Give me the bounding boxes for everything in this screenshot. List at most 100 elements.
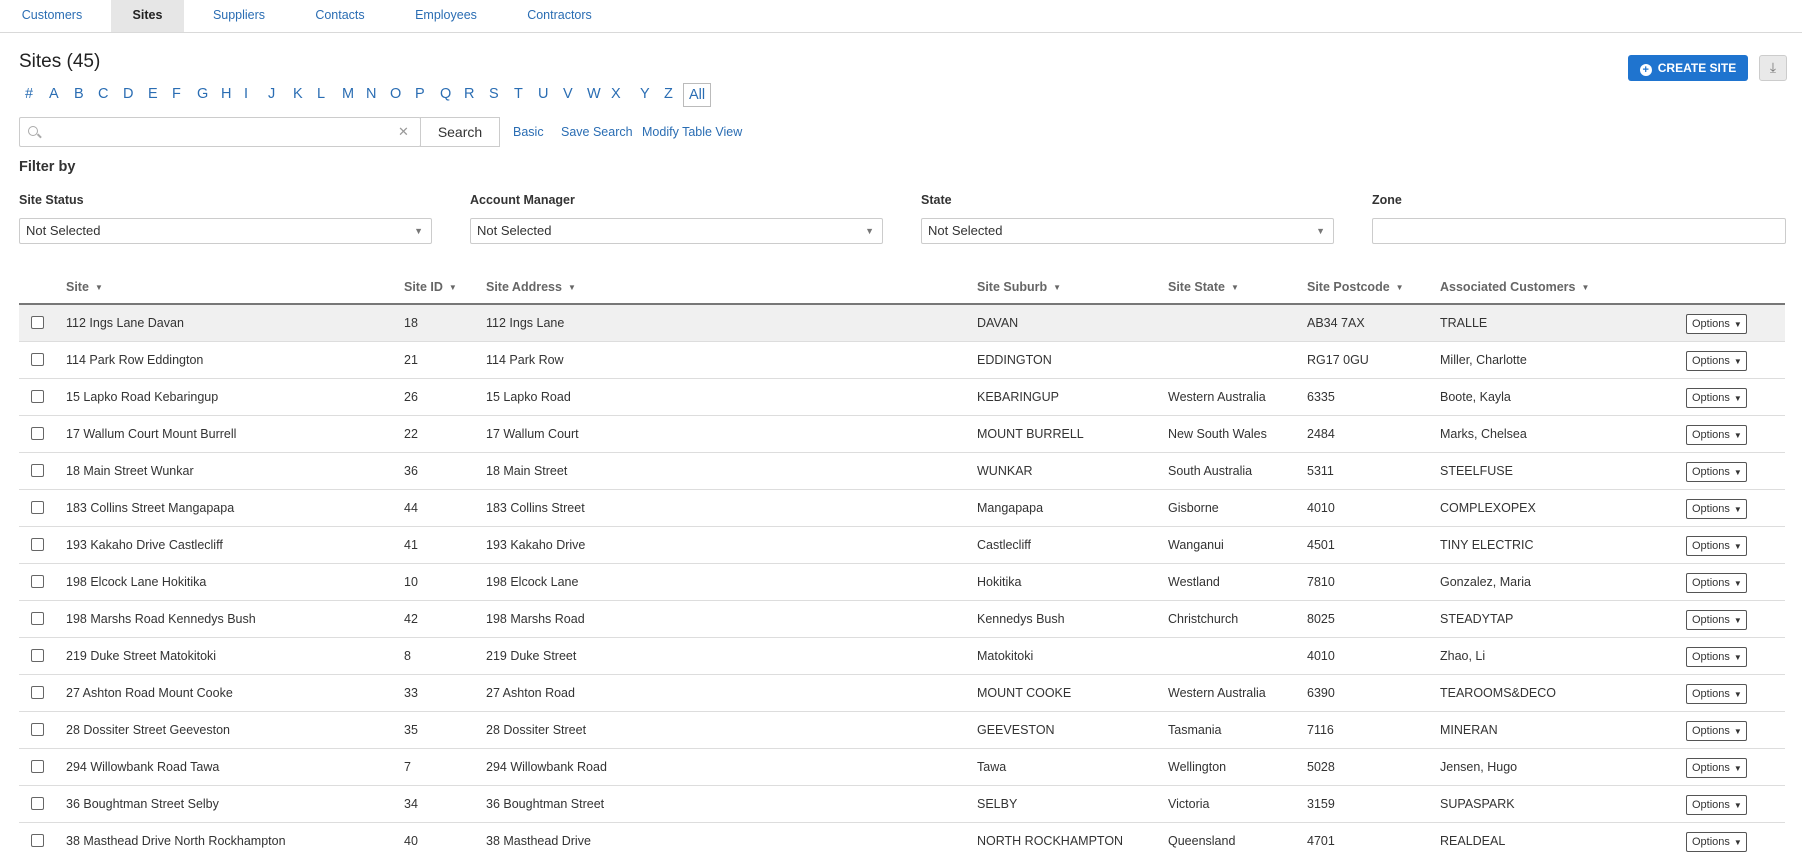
row-options-button[interactable]: Options ▼ — [1686, 536, 1747, 556]
alphabet-letter-c[interactable]: C — [98, 83, 108, 105]
row-checkbox[interactable] — [31, 760, 44, 773]
row-checkbox[interactable] — [31, 834, 44, 847]
site-status-select[interactable]: Not Selected ▼ — [19, 218, 432, 244]
row-checkbox[interactable] — [31, 353, 44, 366]
search-input[interactable]: ✕ — [19, 117, 421, 147]
tab-suppliers[interactable]: Suppliers — [201, 0, 277, 32]
table-row[interactable]: 183 Collins Street Mangapapa 44 183 Collin… — [19, 490, 1785, 527]
alphabet-letter-f[interactable]: F — [172, 83, 181, 105]
table-row[interactable]: 294 Willowbank Road Tawa 7 294 Willowbank … — [19, 749, 1785, 786]
account-manager-select[interactable]: Not Selected ▼ — [470, 218, 883, 244]
column-header-associated-customers[interactable]: Associated Customers ▼ — [1440, 280, 1589, 294]
alphabet-letter-e[interactable]: E — [148, 83, 158, 105]
column-header-site-state[interactable]: Site State ▼ — [1168, 280, 1239, 294]
table-row[interactable]: 193 Kakaho Drive Castlecliff 41 193 Kakaho… — [19, 527, 1785, 564]
row-options-button[interactable]: Options ▼ — [1686, 832, 1747, 852]
alphabet-letter-b[interactable]: B — [74, 83, 84, 105]
table-row[interactable]: 27 Ashton Road Mount Cooke 33 27 Ashton Ro… — [19, 675, 1785, 712]
column-header-site[interactable]: Site ▼ — [66, 280, 103, 294]
row-checkbox[interactable] — [31, 464, 44, 477]
alphabet-letter-a[interactable]: A — [49, 83, 59, 105]
clear-icon[interactable]: ✕ — [398, 124, 409, 140]
table-row[interactable]: 28 Dossiter Street Geeveston 35 28 Dossite… — [19, 712, 1785, 749]
create-site-button[interactable]: + CREATE SITE — [1628, 55, 1748, 81]
row-checkbox[interactable] — [31, 390, 44, 403]
row-options-button[interactable]: Options ▼ — [1686, 795, 1747, 815]
row-checkbox[interactable] — [31, 649, 44, 662]
alphabet-letter-y[interactable]: Y — [640, 83, 650, 105]
account-manager-value: Not Selected — [477, 223, 552, 238]
row-options-button[interactable]: Options ▼ — [1686, 388, 1747, 408]
row-options-button[interactable]: Options ▼ — [1686, 351, 1747, 371]
row-options-button[interactable]: Options ▼ — [1686, 610, 1747, 630]
alphabet-letter-hash[interactable]: # — [25, 83, 33, 105]
table-row[interactable]: 36 Boughtman Street Selby 34 36 Boughtman … — [19, 786, 1785, 823]
alphabet-letter-h[interactable]: H — [221, 83, 231, 105]
alphabet-letter-z[interactable]: Z — [664, 83, 673, 105]
table-row[interactable]: 198 Marshs Road Kennedys Bush 42 198 Marsh… — [19, 601, 1785, 638]
row-checkbox[interactable] — [31, 612, 44, 625]
row-options-button[interactable]: Options ▼ — [1686, 499, 1747, 519]
row-checkbox[interactable] — [31, 501, 44, 514]
zone-input[interactable] — [1372, 218, 1786, 244]
row-options-button[interactable]: Options ▼ — [1686, 462, 1747, 482]
row-options-button[interactable]: Options ▼ — [1686, 758, 1747, 778]
tab-employees[interactable]: Employees — [405, 0, 487, 32]
row-options-button[interactable]: Options ▼ — [1686, 425, 1747, 445]
alphabet-letter-d[interactable]: D — [123, 83, 133, 105]
alphabet-letter-u[interactable]: U — [538, 83, 548, 105]
alphabet-letter-r[interactable]: R — [464, 83, 474, 105]
column-header-site-suburb[interactable]: Site Suburb ▼ — [977, 280, 1061, 294]
tab-customers[interactable]: Customers — [8, 0, 96, 32]
alphabet-letter-i[interactable]: I — [244, 83, 248, 105]
alphabet-letter-s[interactable]: S — [489, 83, 499, 105]
alphabet-letter-k[interactable]: K — [293, 83, 303, 105]
row-checkbox[interactable] — [31, 538, 44, 551]
column-header-site-postcode[interactable]: Site Postcode ▼ — [1307, 280, 1404, 294]
table-row[interactable]: 18 Main Street Wunkar 36 18 Main Street WUN… — [19, 453, 1785, 490]
alphabet-letter-m[interactable]: M — [342, 83, 354, 105]
basic-link[interactable]: Basic — [513, 125, 544, 139]
alphabet-letter-all[interactable]: All — [683, 83, 712, 107]
alphabet-letter-t[interactable]: T — [514, 83, 523, 105]
alphabet-letter-o[interactable]: O — [390, 83, 401, 105]
row-checkbox[interactable] — [31, 316, 44, 329]
modify-table-view-link[interactable]: Modify Table View — [642, 125, 742, 139]
download-button[interactable]: ⤓ — [1759, 55, 1787, 81]
tab-contacts[interactable]: Contacts — [305, 0, 375, 32]
alphabet-letter-n[interactable]: N — [366, 83, 376, 105]
row-checkbox[interactable] — [31, 723, 44, 736]
alphabet-letter-v[interactable]: V — [563, 83, 573, 105]
row-checkbox[interactable] — [31, 797, 44, 810]
chevron-down-icon: ▼ — [1733, 505, 1742, 514]
table-row[interactable]: 112 Ings Lane Davan 18 112 Ings Lane DAVAN A… — [19, 305, 1785, 342]
table-row[interactable]: 15 Lapko Road Kebaringup 26 15 Lapko Road K… — [19, 379, 1785, 416]
row-checkbox[interactable] — [31, 575, 44, 588]
alphabet-letter-g[interactable]: G — [197, 83, 208, 105]
tab-sites[interactable]: Sites — [111, 0, 184, 32]
alphabet-letter-l[interactable]: L — [317, 83, 325, 105]
table-row[interactable]: 219 Duke Street Matokitoki 8 219 Duke Stre… — [19, 638, 1785, 675]
table-row[interactable]: 17 Wallum Court Mount Burrell 22 17 Wallum… — [19, 416, 1785, 453]
row-options-button[interactable]: Options ▼ — [1686, 721, 1747, 741]
table-row[interactable]: 198 Elcock Lane Hokitika 10 198 Elcock Lan… — [19, 564, 1785, 601]
tab-contractors[interactable]: Contractors — [517, 0, 602, 32]
alphabet-letter-x[interactable]: X — [611, 83, 621, 105]
column-header-site-id[interactable]: Site ID ▼ — [404, 280, 457, 294]
row-checkbox[interactable] — [31, 427, 44, 440]
alphabet-letter-j[interactable]: J — [268, 83, 275, 105]
search-button[interactable]: Search — [420, 117, 500, 147]
row-checkbox[interactable] — [31, 686, 44, 699]
row-options-button[interactable]: Options ▼ — [1686, 314, 1747, 334]
alphabet-letter-w[interactable]: W — [587, 83, 601, 105]
row-options-button[interactable]: Options ▼ — [1686, 647, 1747, 667]
save-search-link[interactable]: Save Search — [561, 125, 633, 139]
alphabet-letter-q[interactable]: Q — [440, 83, 451, 105]
table-row[interactable]: 38 Masthead Drive North Rockhampton 40 38 … — [19, 823, 1785, 854]
row-options-button[interactable]: Options ▼ — [1686, 573, 1747, 593]
row-options-button[interactable]: Options ▼ — [1686, 684, 1747, 704]
alphabet-letter-p[interactable]: P — [415, 83, 425, 105]
table-row[interactable]: 114 Park Row Eddington 21 114 Park Row EDDI… — [19, 342, 1785, 379]
column-header-site-address[interactable]: Site Address ▼ — [486, 280, 576, 294]
state-select[interactable]: Not Selected ▼ — [921, 218, 1334, 244]
